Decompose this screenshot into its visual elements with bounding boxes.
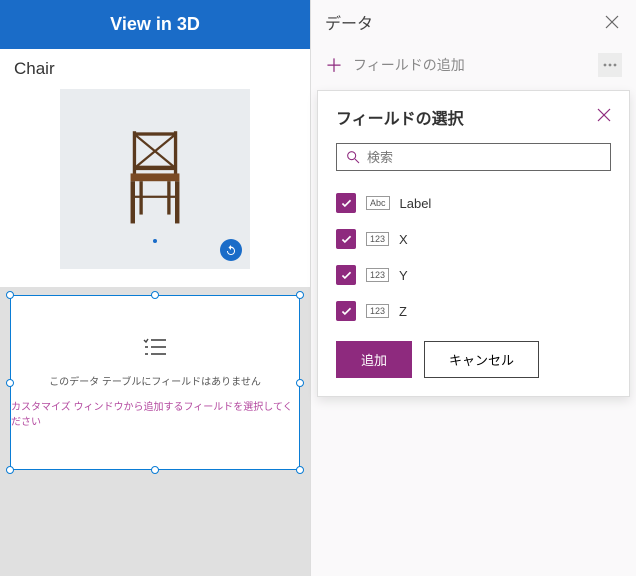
- check-icon: [340, 269, 353, 282]
- field-label: Y: [399, 268, 408, 283]
- close-panel-button[interactable]: [602, 12, 622, 32]
- empty-text-2: カスタマイズ ウィンドウから追加するフィールドを選択してください: [11, 398, 299, 428]
- field-label: Label: [400, 196, 432, 211]
- field-label: Z: [399, 304, 407, 319]
- type-badge: 123: [366, 268, 389, 282]
- check-icon: [340, 233, 353, 246]
- resize-handle[interactable]: [6, 466, 14, 474]
- checklist-icon: [142, 337, 168, 363]
- cancel-button[interactable]: キャンセル: [424, 341, 539, 378]
- panel-title: データ: [325, 10, 373, 34]
- type-badge: Abc: [366, 196, 390, 210]
- popup-title: フィールドの選択: [336, 105, 464, 129]
- viewer-3d[interactable]: [60, 89, 250, 269]
- resize-handle[interactable]: [296, 291, 304, 299]
- empty-text-1: このデータ テーブルにフィールドはありません: [49, 373, 261, 388]
- more-options-button[interactable]: [598, 53, 622, 77]
- field-select-popup: フィールドの選択 Abc Label 123 X 123 Y 123 Z 追加 キャンセル: [317, 90, 630, 397]
- scene-card: Chair: [0, 49, 310, 287]
- search-input[interactable]: [367, 150, 602, 165]
- check-icon: [340, 305, 353, 318]
- resize-handle[interactable]: [6, 291, 14, 299]
- field-item[interactable]: 123 X: [336, 221, 611, 257]
- resize-handle[interactable]: [6, 379, 14, 387]
- panel-header: データ: [311, 0, 636, 44]
- add-field-label: フィールドの追加: [353, 55, 465, 75]
- add-button[interactable]: 追加: [336, 341, 412, 378]
- ellipsis-icon: [603, 63, 617, 67]
- check-icon: [340, 197, 353, 210]
- resize-handle[interactable]: [296, 466, 304, 474]
- data-panel: データ ＋ フィールドの追加 フィールドの選択: [310, 0, 636, 576]
- field-label: X: [399, 232, 408, 247]
- reset-view-button[interactable]: [220, 239, 242, 261]
- plus-icon: ＋: [325, 52, 343, 78]
- resize-handle[interactable]: [296, 379, 304, 387]
- resize-handle[interactable]: [151, 466, 159, 474]
- field-list: Abc Label 123 X 123 Y 123 Z: [318, 185, 629, 329]
- search-input-wrap[interactable]: [336, 143, 611, 171]
- refresh-icon: [225, 244, 237, 256]
- field-item[interactable]: 123 Y: [336, 257, 611, 293]
- checkbox[interactable]: [336, 229, 356, 249]
- scene-label: Chair: [0, 49, 310, 89]
- field-item[interactable]: Abc Label: [336, 185, 611, 221]
- resize-handle[interactable]: [151, 291, 159, 299]
- checkbox[interactable]: [336, 265, 356, 285]
- close-popup-button[interactable]: [597, 108, 611, 127]
- type-badge: 123: [366, 304, 389, 318]
- chair-icon: [120, 129, 190, 229]
- add-field-button[interactable]: ＋ フィールドの追加: [311, 44, 636, 86]
- type-badge: 123: [366, 232, 389, 246]
- close-icon: [605, 15, 619, 29]
- close-icon: [597, 108, 611, 122]
- data-table[interactable]: このデータ テーブルにフィールドはありません カスタマイズ ウィンドウから追加す…: [10, 295, 300, 470]
- field-item[interactable]: 123 Z: [336, 293, 611, 329]
- app-header: View in 3D: [0, 0, 310, 49]
- pivot-dot-icon: [153, 239, 157, 243]
- preview-panel: View in 3D Chair: [0, 0, 310, 576]
- checkbox[interactable]: [336, 193, 356, 213]
- checkbox[interactable]: [336, 301, 356, 321]
- search-icon: [345, 149, 361, 165]
